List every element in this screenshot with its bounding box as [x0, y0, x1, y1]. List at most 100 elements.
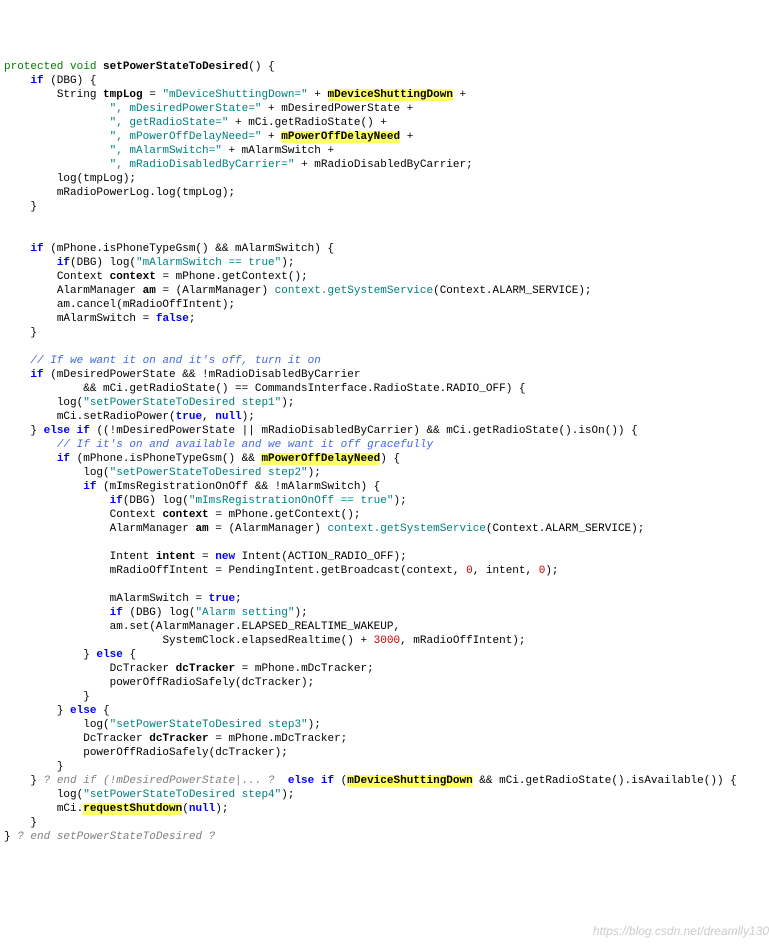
- code: DcTracker: [110, 663, 176, 675]
- var: dcTracker: [149, 733, 208, 745]
- comment: // If we want it on and it's off, turn i…: [30, 355, 320, 367]
- kw-if: if: [30, 369, 43, 381]
- kw-else: else: [63, 705, 103, 717]
- code: ) {: [380, 453, 400, 465]
- brace: }: [30, 817, 37, 829]
- code: (DBG) log(: [123, 607, 196, 619]
- code: (DBG) {: [44, 75, 97, 87]
- number: 0: [466, 565, 473, 577]
- kw-elseif: else if: [288, 775, 341, 787]
- brace: }: [57, 761, 64, 773]
- code: , mRadioOffIntent);: [400, 635, 525, 647]
- var: intent: [156, 551, 196, 563]
- kw-null: null: [215, 411, 241, 423]
- code: (mPhone.isPhoneTypeGsm() && mAlarmSwitch…: [44, 243, 334, 255]
- code: ,: [202, 411, 215, 423]
- kw-if: if: [30, 243, 43, 255]
- string: ", mDesiredPowerState=": [110, 103, 262, 115]
- kw-if: if: [57, 257, 70, 269]
- code: + mCi.getRadioState() +: [228, 117, 386, 129]
- comment: // If it's on and available and we want …: [57, 439, 433, 451]
- comment: ? end if (!mDesiredPowerState|... ?: [37, 775, 288, 787]
- call: context.getSystemService: [327, 523, 485, 535]
- code: {: [103, 705, 110, 717]
- code: {: [129, 649, 136, 661]
- brace: }: [30, 775, 37, 787]
- code: Context: [110, 509, 163, 521]
- code: (mDesiredPowerState && !mRadioDisabledBy…: [44, 369, 361, 381]
- code: );: [545, 565, 558, 577]
- var: context: [110, 271, 156, 283]
- code: String: [57, 89, 103, 101]
- kw-if: if: [110, 495, 123, 507]
- code: = mPhone.mDcTracker;: [209, 733, 348, 745]
- brace: }: [83, 649, 90, 661]
- code: log(: [83, 467, 109, 479]
- code: (Context.ALARM_SERVICE);: [433, 285, 591, 297]
- code: (Context.ALARM_SERVICE);: [486, 523, 644, 535]
- code: , intent,: [473, 565, 539, 577]
- kw-void: void: [70, 61, 96, 73]
- kw-if: if: [83, 481, 96, 493]
- code: AlarmManager: [57, 285, 143, 297]
- code: );: [281, 789, 294, 801]
- code: );: [294, 607, 307, 619]
- kw-null: null: [189, 803, 215, 815]
- var: dcTracker: [176, 663, 235, 675]
- code: && mCi.getRadioState().isAvailable()) {: [473, 775, 737, 787]
- code: mAlarmSwitch =: [110, 593, 209, 605]
- string: "Alarm setting": [195, 607, 294, 619]
- brace: }: [83, 691, 90, 703]
- method-name: setPowerStateToDesired: [103, 61, 248, 73]
- code: mRadioOffIntent = PendingIntent.getBroad…: [110, 565, 466, 577]
- code: SystemClock.elapsedRealtime() +: [162, 635, 373, 647]
- code: +: [453, 89, 466, 101]
- code: log(: [57, 789, 83, 801]
- code: powerOffRadioSafely(dcTracker);: [110, 677, 315, 689]
- code: );: [281, 257, 294, 269]
- kw-new: new: [215, 551, 235, 563]
- code: );: [393, 495, 406, 507]
- code: ;: [189, 313, 196, 325]
- string: "mAlarmSwitch == true": [136, 257, 281, 269]
- string: "mDeviceShuttingDown=": [162, 89, 307, 101]
- code: log(: [83, 719, 109, 731]
- string: ", mPowerOffDelayNeed=": [110, 131, 262, 143]
- kw-true: true: [176, 411, 202, 423]
- string: "setPowerStateToDesired step1": [83, 397, 281, 409]
- kw-if: if: [110, 607, 123, 619]
- code: );: [281, 397, 294, 409]
- code: (DBG) log(: [123, 495, 189, 507]
- code: (DBG) log(: [70, 257, 136, 269]
- code: mCi.setRadioPower(: [57, 411, 176, 423]
- code: = mPhone.mDcTracker;: [235, 663, 374, 675]
- code: + mRadioDisabledByCarrier;: [294, 159, 472, 171]
- var: am: [195, 523, 208, 535]
- code-block: protected void setPowerStateToDesired() …: [4, 60, 769, 844]
- code: ;: [235, 593, 242, 605]
- highlight: mPowerOffDelayNeed: [261, 453, 380, 465]
- highlight: mPowerOffDelayNeed: [281, 131, 400, 143]
- kw-else: else: [90, 649, 130, 661]
- code: + mDesiredPowerState +: [261, 103, 413, 115]
- code: Context: [57, 271, 110, 283]
- code: log(: [57, 397, 83, 409]
- code: +: [400, 131, 413, 143]
- code: && mCi.getRadioState() == CommandsInterf…: [83, 383, 525, 395]
- string: ", getRadioState=": [110, 117, 229, 129]
- kw-false: false: [156, 313, 189, 325]
- var: tmpLog: [103, 89, 143, 101]
- var: am: [143, 285, 156, 297]
- code: mCi.: [57, 803, 83, 815]
- code: log(tmpLog);: [57, 173, 136, 185]
- kw-protected: protected: [4, 61, 63, 73]
- code: +: [308, 89, 328, 101]
- var: context: [162, 509, 208, 521]
- brace: }: [57, 705, 64, 717]
- string: "setPowerStateToDesired step3": [110, 719, 308, 731]
- brace: }: [30, 327, 37, 339]
- code: );: [242, 411, 255, 423]
- code: ((!mDesiredPowerState || mRadioDisabledB…: [96, 425, 637, 437]
- call: context.getSystemService: [275, 285, 433, 297]
- highlight: requestShutdown: [83, 803, 182, 815]
